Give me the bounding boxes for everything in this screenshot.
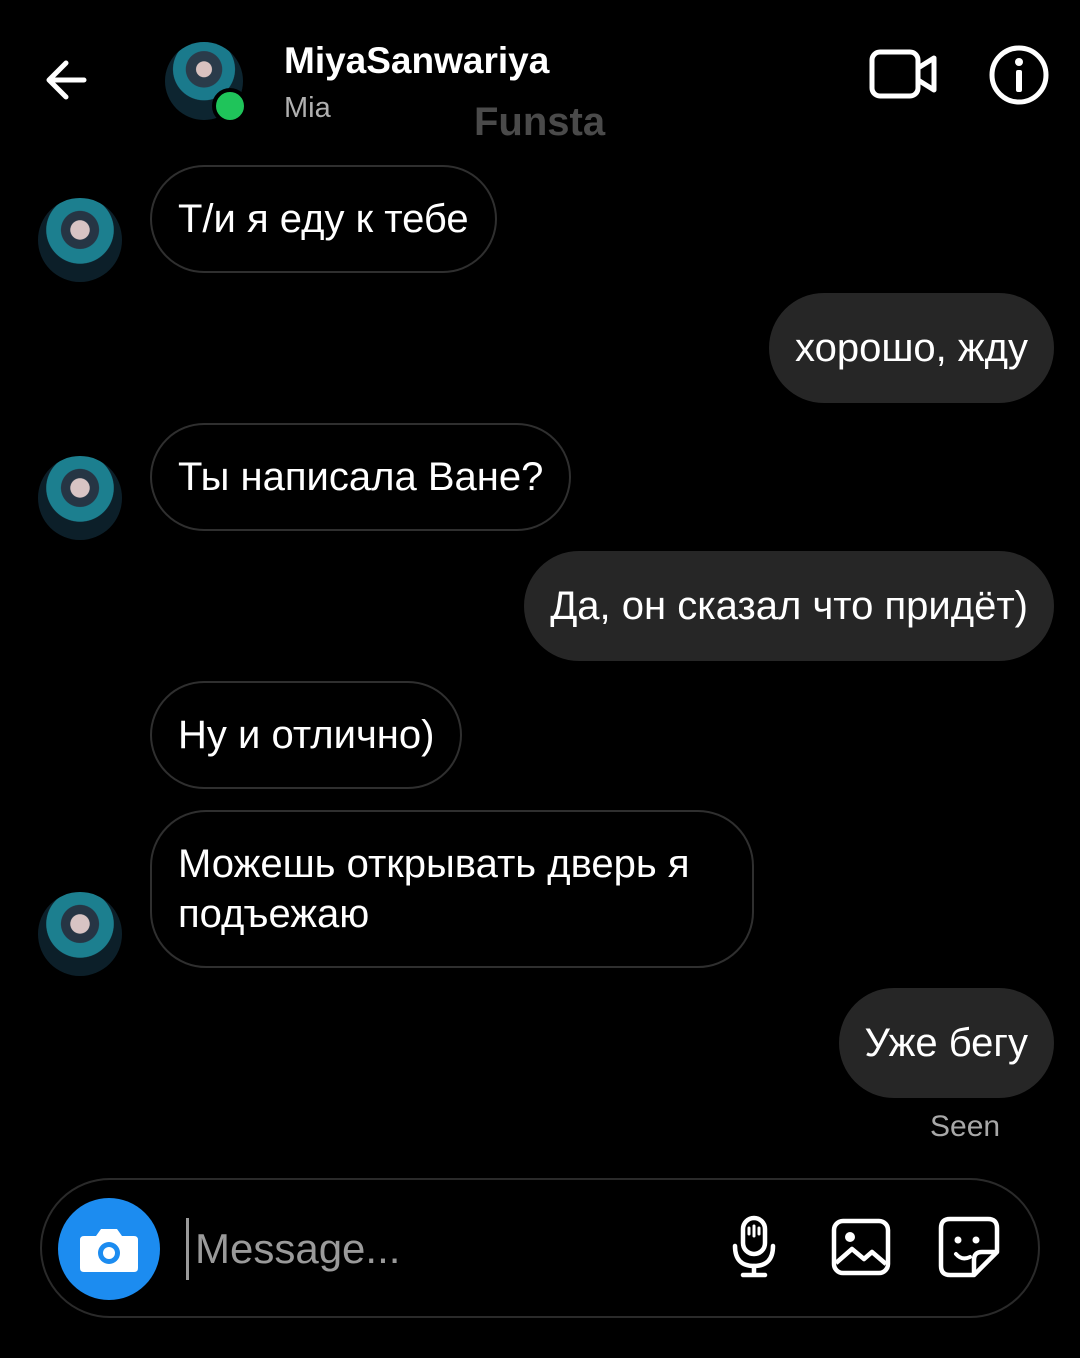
camera-icon [80,1229,138,1272]
message-bubble-incoming[interactable]: Можешь открывать дверь я подъежаю [150,810,754,968]
sticker-icon [938,1216,1000,1278]
voice-message-button[interactable] [728,1214,780,1280]
video-call-button[interactable] [868,44,940,104]
message-bubble-incoming[interactable]: Т/и я еду к тебе [150,165,497,273]
message-bubble-outgoing[interactable]: хорошо, жду [769,293,1054,403]
message-bubble-incoming[interactable]: Ты написала Ване? [150,423,572,531]
microphone-icon [732,1215,776,1278]
message-text: Ты написала Ване? [178,455,544,499]
back-button[interactable] [38,52,94,108]
info-icon [989,45,1049,105]
contact-display-name: Mia [284,92,331,124]
seen-status: Seen [930,1110,1001,1143]
contact-username[interactable]: MiyaSanwariya [284,40,549,82]
sticker-button[interactable] [936,1214,1002,1280]
video-camera-icon [869,49,937,99]
message-input[interactable] [186,1218,721,1280]
sender-avatar[interactable] [38,198,122,282]
image-gallery-icon [831,1218,891,1276]
sender-avatar[interactable] [38,456,122,540]
gallery-button[interactable] [830,1216,892,1278]
message-text: Ну и отлично) [178,713,435,757]
arrow-left-icon [46,60,87,100]
message-bubble-outgoing[interactable]: Уже бегу [838,988,1054,1098]
watermark-text: Funsta [474,100,606,144]
message-text: Можешь открывать дверь я подъежаю [178,842,690,936]
message-text: Уже бегу [864,1021,1029,1065]
message-bubble-outgoing[interactable]: Да, он сказал что придёт) [524,551,1054,661]
message-bubble-incoming[interactable]: Ну и отлично) [150,681,463,789]
online-status-indicator [212,88,248,124]
sender-avatar[interactable] [38,892,122,976]
message-text: Да, он сказал что придёт) [550,584,1028,628]
info-button[interactable] [988,44,1050,106]
chat-header: MiyaSanwariya Mia Funsta [0,0,1080,150]
camera-button[interactable] [58,1198,160,1300]
message-text: хорошо, жду [795,326,1028,370]
message-text: Т/и я еду к тебе [178,197,469,241]
